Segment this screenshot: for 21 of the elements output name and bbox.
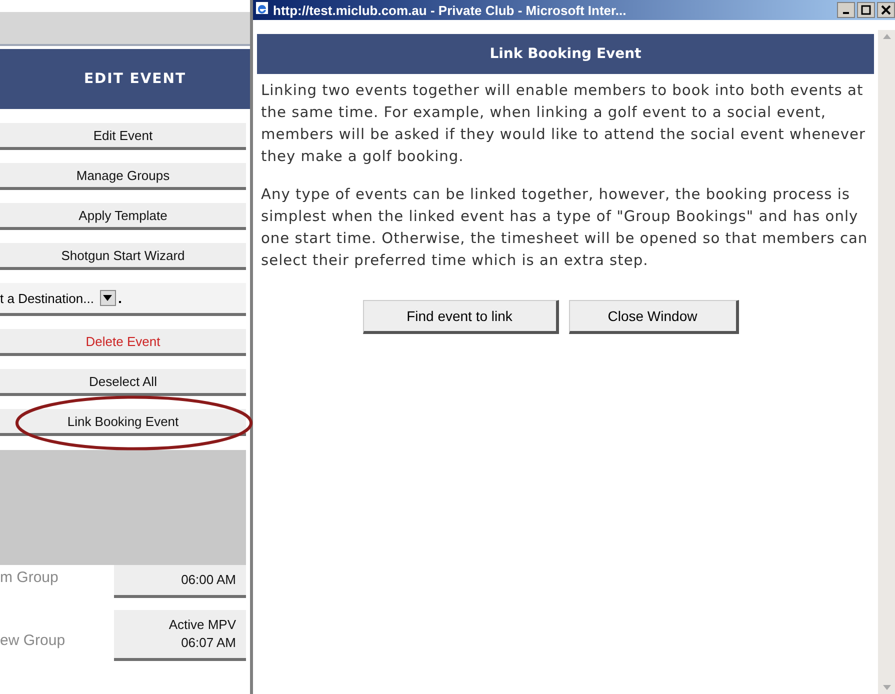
description-text: Any type of events can be linked together, however, the booking process is simplest when the linked event has a type of "Group Bookings" and has only one start time. Otherwise, the timesheet will be opened so that members can select their preferred time which is an extra step. bbox=[261, 185, 869, 271]
action-button[interactable]: Apply Template bbox=[0, 203, 246, 230]
group-name: m Group bbox=[0, 569, 58, 588]
close-icon[interactable] bbox=[877, 2, 895, 18]
window-title: http://test.miclub.com.au - Private Club - Microsoft Inter... bbox=[273, 2, 628, 18]
action-button[interactable]: Delete Event bbox=[0, 329, 246, 356]
time-button[interactable]: Active MPV 06:07 AM bbox=[114, 610, 246, 661]
time-button[interactable]: 06:00 AM bbox=[114, 565, 246, 598]
maximize-icon[interactable] bbox=[857, 2, 875, 18]
action-button[interactable]: Edit Event bbox=[0, 123, 246, 150]
dialog-button[interactable]: Close Window bbox=[568, 300, 738, 334]
group-name: ew Group bbox=[0, 632, 66, 651]
action-button[interactable]: Deselect All bbox=[0, 369, 246, 396]
action-button[interactable]: Shotgun Start Wizard bbox=[0, 243, 246, 270]
minimize-icon[interactable] bbox=[837, 2, 855, 18]
description-text: Linking two events together will enable members to book into both events at the same time. For example, when linking a golf event to a social event, members will be asked if they would like to attend the social event whenever they make a golf booking. bbox=[261, 81, 867, 167]
action-button[interactable]: Link Booking Event bbox=[0, 409, 246, 436]
action-button[interactable]: Manage Groups bbox=[0, 163, 246, 190]
dialog-button[interactable]: Find event to link bbox=[362, 300, 558, 334]
panel-header: EDIT EVENT bbox=[0, 49, 250, 109]
popup-header: Link Booking Event bbox=[257, 34, 874, 74]
